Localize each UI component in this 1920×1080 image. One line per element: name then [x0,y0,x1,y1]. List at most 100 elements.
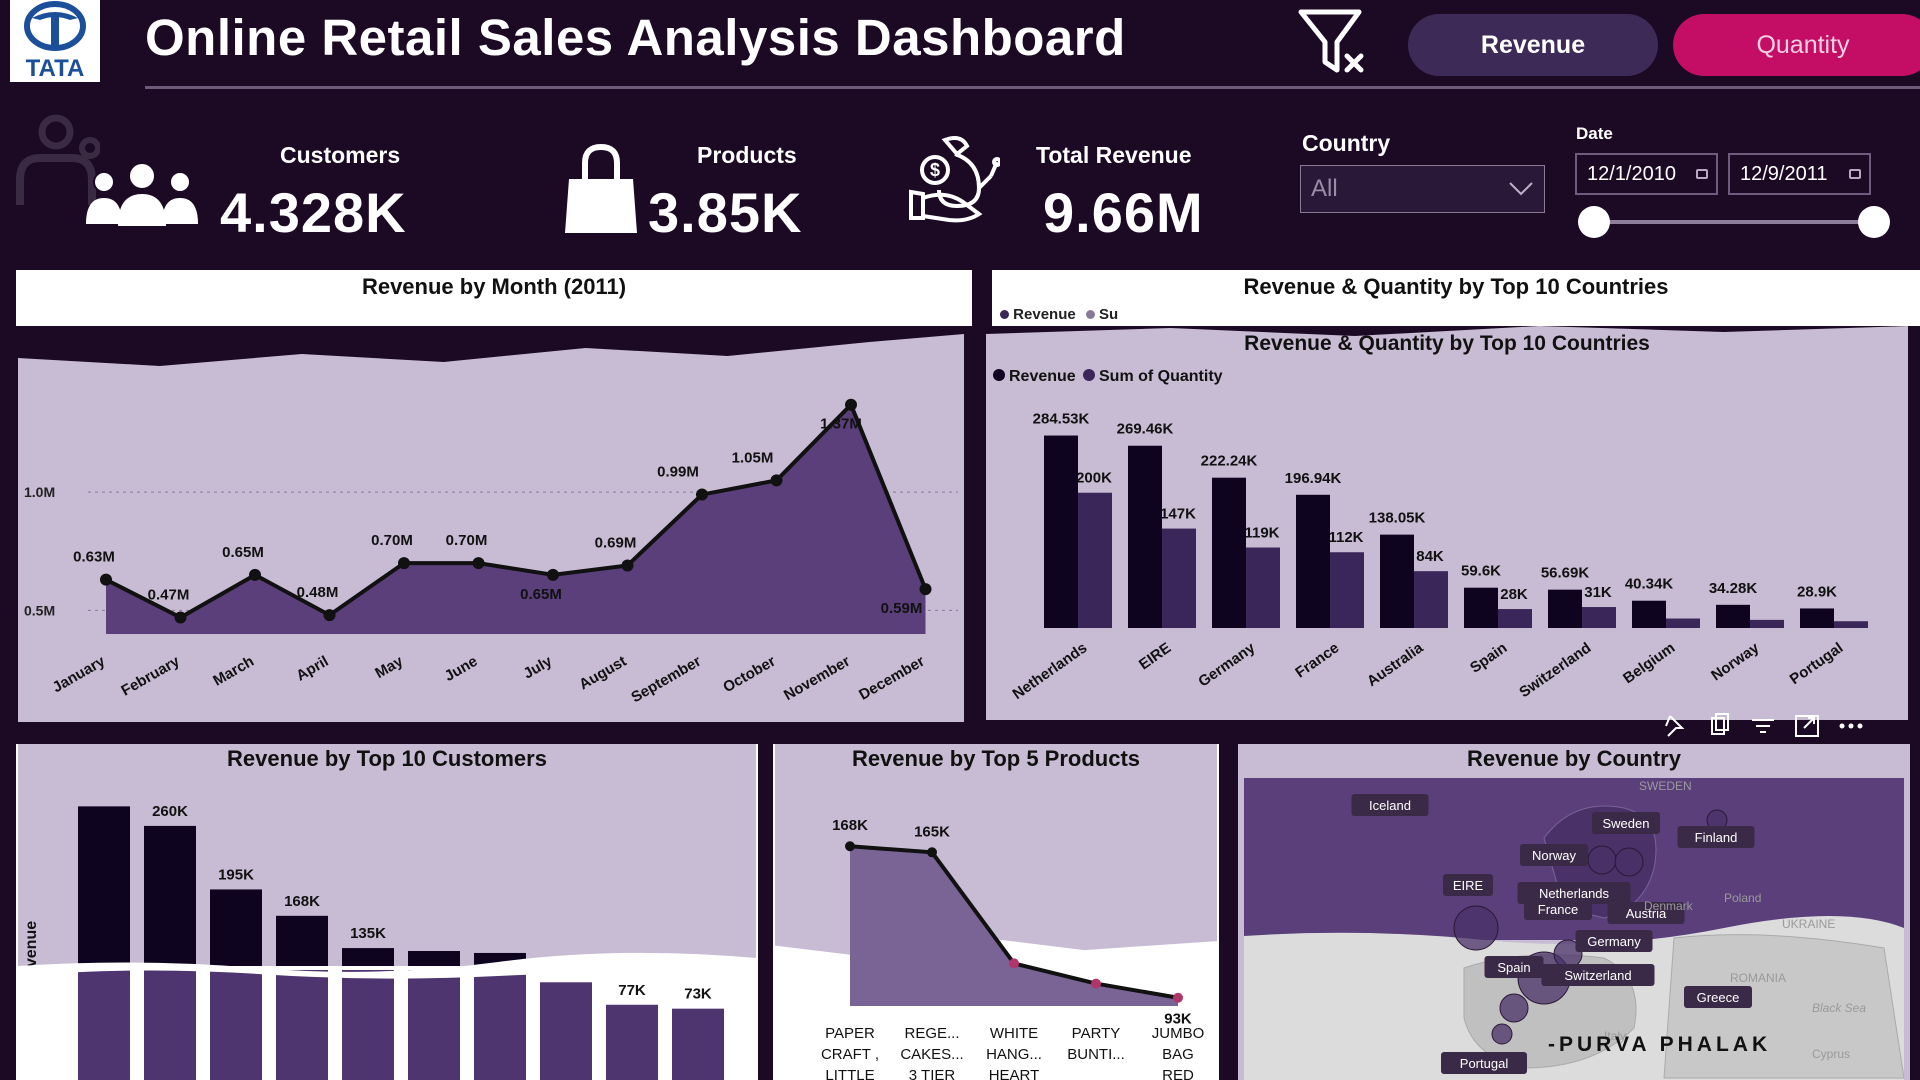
map-country-label: Finland [1695,830,1738,845]
data-label: 0.65M [222,544,264,561]
quantity-data-label: 84K [1416,548,1444,565]
data-label: 0.69M [595,534,637,551]
x-tick-label: Switzerland [1516,639,1594,701]
data-point [100,573,112,586]
y-tick-label: 1.0M [24,484,55,500]
map-country-label: Sweden [1603,816,1650,831]
country-dropdown[interactable]: All [1300,165,1545,213]
countries-revenue-panel: Revenue & Quantity by Top 10 Countries Re… [986,326,1908,720]
end-date-value: 12/9/2011 [1740,163,1828,185]
revenue-data-label: 269.46K [1117,421,1174,438]
customer-data-label: 195K [218,866,254,883]
revenue-bar [1212,477,1246,628]
revenue-button[interactable]: Revenue [1408,14,1658,76]
x-tick-label: Spain [1467,639,1510,676]
x-tick-label: Germany [1195,639,1259,691]
revenue-data-label: 56.69K [1541,565,1590,582]
chevron-down-icon [1509,182,1533,196]
pin-icon[interactable] [1660,712,1690,740]
customer-bar [78,806,130,966]
revenue-data-label: 222.24K [1201,453,1258,470]
customer-bar [144,825,196,966]
x-tick-label: March [210,653,257,690]
page-title: Online Retail Sales Analysis Dashboard [145,9,1126,66]
data-point [927,847,937,858]
x-tick-label: LITTLE [825,1067,874,1080]
customer-bar-lower [210,970,262,1080]
date-range-end-handle[interactable] [1858,206,1890,238]
monthly-revenue-chart: Revenue by Month (2011) 1.0M 0.5M 0.63M Janu… [18,334,958,707]
revenue-data-label: 59.6K [1461,563,1501,580]
title-divider [145,86,1920,89]
total-revenue-value: 9.66M [1043,181,1204,244]
countries-chart-title-back: Revenue & Quantity by Top 10 Countries [1243,274,1669,299]
shopping-bag-icon [563,143,639,237]
copy-icon[interactable] [1704,712,1734,740]
x-tick-label: CRAFT , [821,1046,879,1063]
x-tick-label: RED [1162,1067,1194,1080]
top-products-panel: Revenue by Top 5 Products 168K PAPER CRAFT… [775,744,1217,1080]
x-tick-label: HEART [989,1067,1040,1080]
map-country-label: Germany [1587,934,1641,949]
x-tick-label: HANG... [986,1046,1042,1063]
x-tick-label: BUNTI... [1067,1046,1125,1063]
revenue-data-label: 28.9K [1797,583,1837,600]
quantity-button[interactable]: Quantity [1673,14,1920,76]
revenue-data-label: 196.94K [1285,470,1342,487]
map-country-label: Switzerland [1564,968,1631,983]
date-filter-label: Date [1576,124,1613,143]
customer-bar [210,889,262,966]
map-country-label: France [1538,902,1578,917]
date-range-track[interactable] [1594,220,1874,224]
x-tick-label: WHITE [990,1025,1038,1042]
x-tick-label: PAPER [825,1025,875,1042]
revenue-bar [1296,494,1330,628]
visual-toolbar [1660,710,1900,742]
revenue-data-label: 138.05K [1369,510,1426,527]
customer-bar-lower [606,1004,658,1080]
x-tick-label: February [118,652,183,699]
country-filter-label: Country [1302,130,1391,156]
data-label: 0.65M [520,586,562,603]
clear-filters-icon[interactable] [1295,6,1370,78]
x-tick-label: September [628,653,704,707]
revenue-bar [1548,589,1582,628]
data-point [547,568,559,581]
map-chart-title: Revenue by Country [1467,746,1681,771]
end-date-input[interactable]: 12/9/2011 [1728,153,1871,195]
monthly-chart-header-strip: Revenue by Month (2011) [16,270,972,326]
products-label: Products [697,142,797,168]
customers-icon [82,160,202,230]
x-tick-label: Norway [1708,639,1763,684]
data-point [770,474,783,487]
basemap-label: ROMANIA [1730,971,1786,985]
start-date-input[interactable]: 12/1/2010 [1575,153,1718,195]
filter-lines-icon[interactable] [1748,712,1778,740]
svg-text:$: $ [930,160,940,180]
focus-mode-icon[interactable] [1792,712,1822,740]
x-tick-label: January [50,652,109,696]
quantity-bar [1582,607,1616,628]
data-point [621,559,634,572]
date-range-start-handle[interactable] [1578,206,1610,238]
data-label: 0.63M [73,549,115,566]
data-label: 0.59M [881,600,923,617]
basemap-label: Black Sea [1812,1001,1866,1015]
revenue-money-icon: $ [905,132,1002,227]
x-tick-label: December [856,653,927,704]
data-point [919,583,932,596]
customer-bar [408,951,460,966]
revenue-bar [1464,587,1498,628]
revenue-bar [1716,604,1750,628]
total-revenue-label: Total Revenue [1036,142,1192,168]
revenue-bar [1044,435,1078,628]
data-point [398,557,410,570]
customer-data-label: 73K [684,986,712,1003]
data-point [1091,978,1101,989]
country-dropdown-value: All [1311,175,1338,202]
customers-label: Customers [280,142,401,168]
more-options-icon[interactable] [1836,712,1866,740]
revenue-bar [1632,600,1666,628]
x-tick-label: JUMBO [1152,1025,1205,1042]
country-bubble [1453,905,1499,951]
